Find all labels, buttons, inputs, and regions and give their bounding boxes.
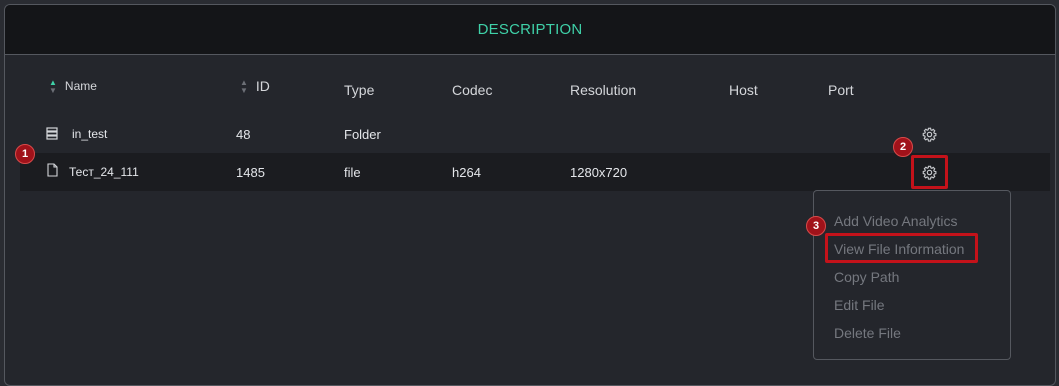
row-id: 1485	[236, 165, 265, 180]
row-codec: h264	[452, 165, 481, 180]
gear-highlight-box	[911, 155, 948, 189]
row-name: Тест_24_111	[69, 165, 139, 179]
column-header-name-label: Name	[64, 79, 97, 93]
panel-title: DESCRIPTION	[477, 21, 583, 38]
column-header-port-label: Port	[828, 82, 854, 98]
menu-item-edit-file[interactable]: Edit File	[834, 297, 885, 313]
column-header-resolution: Resolution	[570, 81, 636, 99]
column-header-host-label: Host	[729, 82, 758, 98]
column-header-codec-label: Codec	[452, 82, 493, 98]
step-badge-3: 3	[806, 216, 826, 236]
table-row-selected[interactable]: Тест_24_111 1485 file h264 1280x720	[20, 153, 1050, 191]
file-icon	[47, 163, 58, 182]
menu-item-highlight-box	[825, 233, 978, 263]
column-header-type-label: Type	[344, 82, 375, 98]
column-header-port: Port	[828, 81, 854, 99]
column-header-host: Host	[729, 81, 758, 99]
step-badge-2: 2	[893, 137, 913, 157]
menu-item-add-video-analytics[interactable]: Add Video Analytics	[834, 213, 958, 229]
menu-item-copy-path[interactable]: Copy Path	[834, 269, 899, 285]
row-name: in_test	[72, 127, 108, 141]
column-header-resolution-label: Resolution	[570, 82, 637, 98]
sort-icon[interactable]: ▲ ▼	[240, 78, 248, 94]
row-settings-button[interactable]	[920, 125, 938, 143]
storage-icon	[46, 127, 58, 145]
column-header-id-label: ID	[255, 78, 270, 94]
panel-header: DESCRIPTION	[5, 5, 1055, 55]
context-menu: Add Video Analytics View File Informatio…	[813, 190, 1011, 360]
row-resolution: 1280x720	[570, 165, 628, 180]
step-badge-1: 1	[15, 144, 35, 164]
row-type: file	[344, 165, 361, 180]
column-header-codec: Codec	[452, 81, 492, 99]
column-header-id[interactable]: ▲ ▼ ID	[240, 77, 270, 95]
row-type: Folder	[344, 127, 381, 142]
row-id: 48	[236, 127, 251, 142]
column-header-type: Type	[344, 81, 374, 99]
column-header-name[interactable]: ▲ ▼ Name	[49, 77, 97, 95]
gear-icon	[922, 127, 936, 142]
menu-item-delete-file[interactable]: Delete File	[834, 325, 901, 341]
sort-icon[interactable]: ▲ ▼	[49, 78, 57, 94]
